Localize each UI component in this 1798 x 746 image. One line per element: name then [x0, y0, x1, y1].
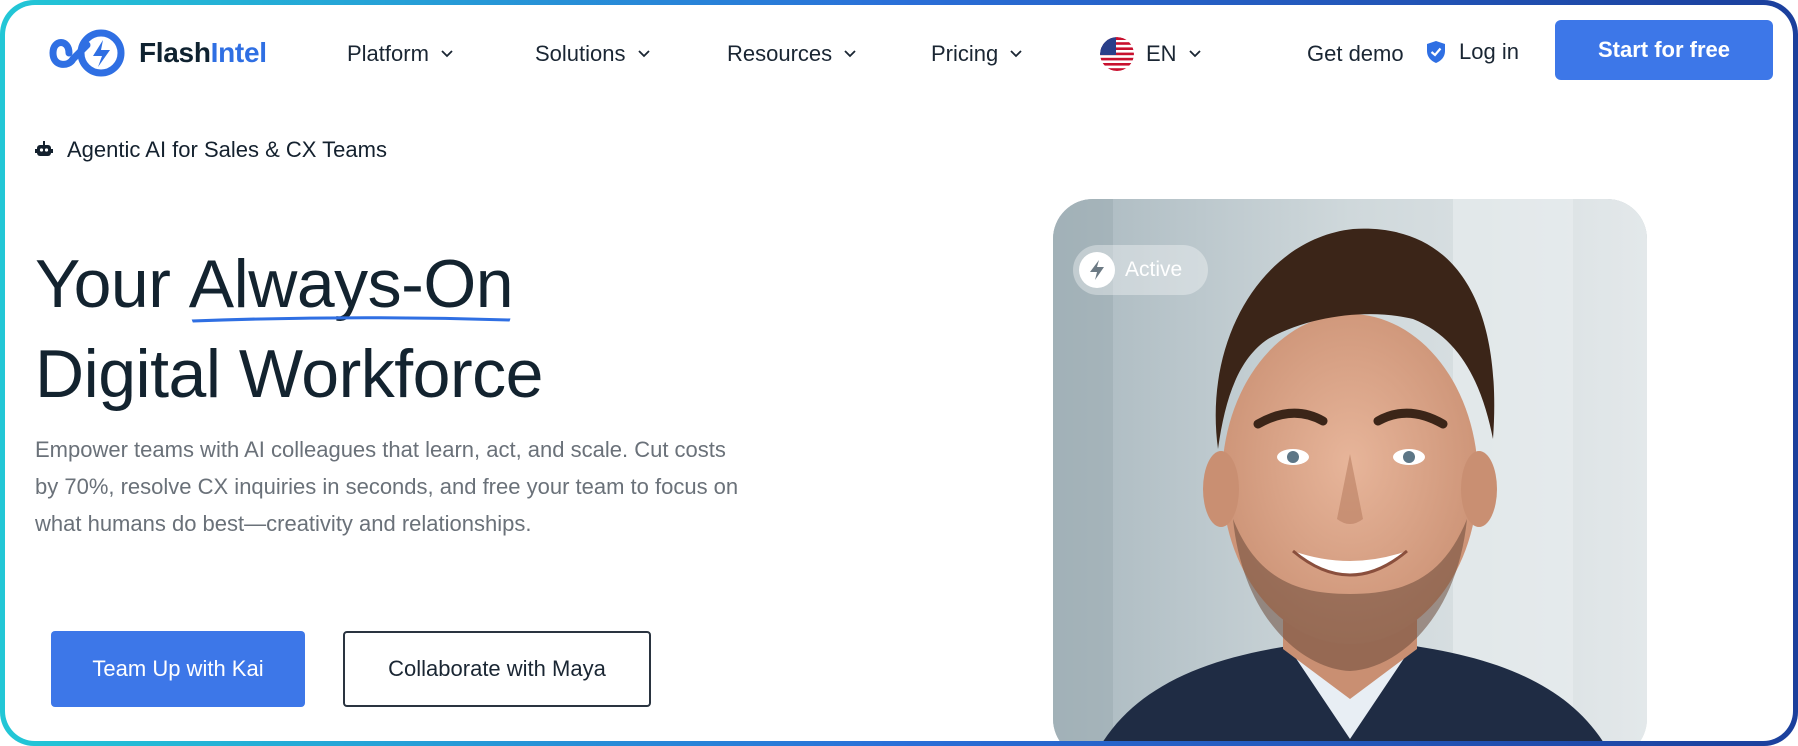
hero-photo: Active — [1053, 199, 1647, 741]
get-demo-link[interactable]: Get demo — [1307, 41, 1404, 67]
team-up-kai-button[interactable]: Team Up with Kai — [51, 631, 305, 707]
status-label: Active — [1125, 258, 1183, 281]
nav-pricing-label: Pricing — [931, 41, 999, 66]
start-free-button[interactable]: Start for free — [1555, 20, 1773, 80]
us-flag-icon — [1100, 37, 1134, 71]
chevron-down-icon — [844, 50, 856, 58]
nav-platform-label: Platform — [347, 41, 429, 66]
robot-icon — [35, 141, 53, 156]
bolt-icon — [1079, 252, 1115, 288]
status-pill: Active — [1073, 245, 1209, 295]
hero-title-line1: Your Always-On — [35, 239, 543, 329]
app-frame: FlashIntel Platform Solutions Resources … — [0, 0, 1798, 746]
nav-solutions-label: Solutions — [535, 41, 626, 66]
login-link[interactable]: Log in — [1425, 39, 1519, 65]
logo-icon — [49, 29, 125, 77]
underline-stroke — [191, 315, 511, 323]
hero-title-line2: Digital Workforce — [35, 335, 543, 412]
chevron-down-icon — [441, 50, 453, 58]
chevron-down-icon — [637, 50, 650, 58]
nav-pricing[interactable]: Pricing — [931, 41, 1022, 67]
hero-title-highlight-wrap: Always-On — [189, 239, 514, 329]
brand-logo[interactable]: FlashIntel — [47, 27, 267, 79]
nav-solutions[interactable]: Solutions — [535, 41, 650, 67]
hero-title: Your Always-On Digital Workforce — [35, 239, 543, 419]
hero-badge: Agentic AI for Sales & CX Teams — [35, 137, 387, 163]
hero-description: Empower teams with AI colleagues that le… — [35, 437, 739, 536]
shield-icon — [1427, 41, 1445, 63]
chevron-down-icon — [1188, 50, 1201, 58]
hero-title-prefix: Your — [35, 245, 189, 322]
brand-name-part1: Flash — [139, 37, 211, 68]
chevron-down-icon — [1010, 50, 1022, 58]
page: FlashIntel Platform Solutions Resources … — [5, 5, 1793, 741]
language-selector[interactable]: EN — [1100, 37, 1201, 71]
nav-resources-label: Resources — [727, 41, 833, 66]
brand-name-part2: Intel — [210, 37, 267, 68]
hero-badge-text: Agentic AI for Sales & CX Teams — [67, 137, 387, 162]
top-navbar: FlashIntel Platform Solutions Resources … — [5, 5, 1793, 105]
brand-name: FlashIntel — [139, 37, 267, 69]
nav-resources[interactable]: Resources — [727, 41, 856, 67]
collaborate-maya-button[interactable]: Collaborate with Maya — [343, 631, 651, 707]
nav-platform[interactable]: Platform — [347, 41, 453, 67]
login-label: Log in — [1459, 39, 1519, 64]
language-label: EN — [1146, 41, 1177, 66]
